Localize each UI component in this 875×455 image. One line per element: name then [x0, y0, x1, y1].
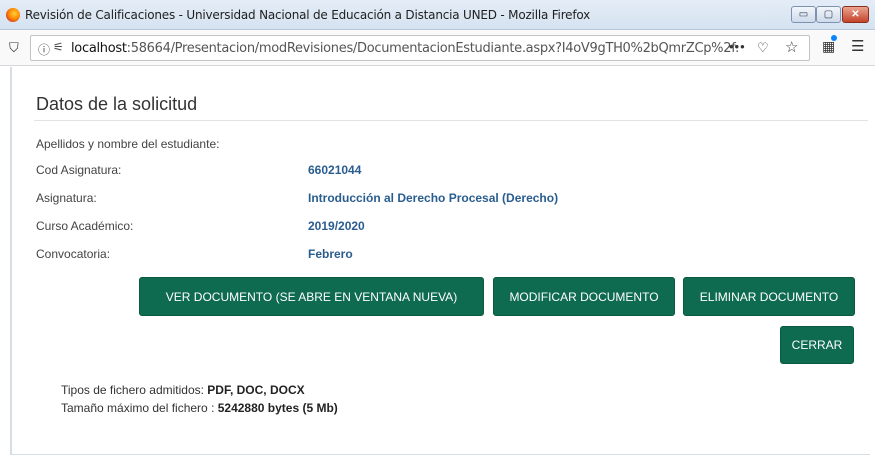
allowed-file-types-value: PDF, DOC, DOCX — [207, 383, 305, 397]
page-content: Datos de la solicitud Apellidos y nombre… — [0, 67, 875, 455]
url-host: localhost — [71, 41, 127, 56]
hamburger-menu-icon[interactable]: ☰ — [851, 37, 864, 55]
address-bar[interactable]: ⓘ ⚟ localhost:58664/Presentacion/modRevi… — [30, 35, 810, 61]
field-label-exam-session: Convocatoria: — [36, 247, 111, 261]
close-icon: ✕ — [851, 9, 860, 20]
notification-dot — [831, 35, 837, 41]
delete-document-button[interactable]: ELIMINAR DOCUMENTO — [683, 277, 855, 316]
maximize-icon: ▢ — [823, 9, 834, 20]
window-title-bar: Revisión de Calificaciones - Universidad… — [0, 0, 875, 30]
field-value-subject-code: 66021044 — [308, 163, 362, 177]
max-file-size-value: 5242880 bytes (5 Mb) — [217, 401, 338, 415]
title-divider — [34, 120, 868, 121]
field-label-subject-code: Cod Asignatura: — [36, 163, 122, 177]
modify-document-button[interactable]: MODIFICAR DOCUMENTO — [493, 277, 675, 316]
content-border-left — [10, 67, 12, 455]
url-path: :58664/Presentacion/modRevisiones/Docume… — [126, 41, 740, 56]
max-file-size: Tamaño máximo del fichero : 5242880 byte… — [61, 401, 338, 415]
browser-toolbar: ⛉ ⓘ ⚟ localhost:58664/Presentacion/modRe… — [0, 30, 875, 66]
close-button[interactable]: CERRAR — [780, 326, 854, 364]
firefox-logo-icon — [6, 8, 20, 22]
field-value-academic-year: 2019/2020 — [308, 219, 365, 233]
field-label-subject: Asignatura: — [36, 191, 97, 205]
field-value-exam-session: Febrero — [308, 247, 353, 261]
extensions-icon[interactable]: ▦ — [822, 35, 837, 55]
maximize-button[interactable]: ▢ — [816, 6, 841, 23]
view-document-button[interactable]: VER DOCUMENTO (SE ABRE EN VENTANA NUEVA) — [139, 277, 484, 316]
close-window-button[interactable]: ✕ — [842, 6, 869, 23]
field-value-subject: Introducción al Derecho Procesal (Derech… — [308, 191, 559, 205]
permissions-icon[interactable]: ⚟ — [53, 40, 64, 54]
shield-icon[interactable]: ⛉ — [9, 40, 19, 56]
allowed-file-types-label: Tipos de fichero admitidos: — [61, 383, 208, 397]
info-icon[interactable]: ⓘ — [38, 41, 50, 58]
max-file-size-label: Tamaño máximo del fichero : — [61, 401, 218, 415]
pocket-icon[interactable]: ♡ — [757, 40, 769, 56]
minimize-button[interactable]: ▭ — [791, 6, 816, 23]
bookmark-star-icon[interactable]: ☆ — [785, 38, 798, 56]
url-text[interactable]: localhost:58664/Presentacion/modRevision… — [71, 41, 739, 56]
window-title: Revisión de Calificaciones - Universidad… — [25, 8, 591, 22]
page-actions-more-icon[interactable]: ••• — [729, 39, 746, 54]
minimize-icon: ▭ — [798, 9, 809, 20]
page-title: Datos de la solicitud — [36, 94, 198, 114]
allowed-file-types: Tipos de fichero admitidos: PDF, DOC, DO… — [61, 383, 305, 397]
field-label-student-name: Apellidos y nombre del estudiante: — [36, 137, 220, 151]
field-label-academic-year: Curso Académico: — [36, 219, 134, 233]
